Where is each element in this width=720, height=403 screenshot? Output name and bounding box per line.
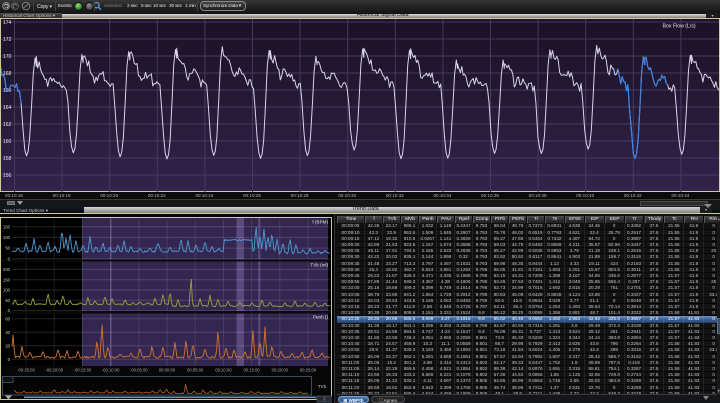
svg-text:Penh (): Penh () [313, 315, 329, 320]
svg-text:174: 174 [3, 19, 12, 25]
svg-text:00:10:34: 00:10:34 [433, 193, 451, 198]
svg-text:-00:10:00: -00:10:00 [102, 368, 120, 373]
svg-text:164: 164 [3, 104, 12, 110]
svg-text:40: 40 [5, 330, 10, 335]
svg-text:00:10:38: 00:10:38 [529, 193, 547, 198]
svg-text:100: 100 [3, 288, 11, 293]
svg-text:Box Flow (L/s): Box Flow (L/s) [663, 23, 696, 29]
svg-text:00:10:20: 00:10:20 [100, 193, 118, 198]
svg-text:00:25:00: 00:25:00 [300, 368, 317, 373]
svg-text:00:10:00: 00:10:00 [215, 368, 232, 373]
svg-text:00:10:40: 00:10:40 [576, 193, 594, 198]
svg-text:160: 160 [3, 138, 12, 144]
svg-text:-00:15:00: -00:15:00 [74, 368, 92, 373]
svg-text:00:10:44: 00:10:44 [671, 193, 689, 198]
svg-text:00:10:42: 00:10:42 [624, 193, 642, 198]
svg-text:-00:05:00: -00:05:00 [130, 368, 148, 373]
svg-text:50: 50 [5, 246, 10, 251]
svg-text:100: 100 [3, 235, 11, 240]
svg-text:00:10:28: 00:10:28 [291, 193, 309, 198]
svg-text:200: 200 [3, 267, 11, 272]
svg-text:TVb (ml): TVb (ml) [310, 263, 328, 268]
svg-text:20: 20 [5, 343, 10, 348]
svg-text:TVb: TVb [318, 384, 327, 389]
svg-text:00:10:36: 00:10:36 [481, 193, 499, 198]
svg-text:00:10:26: 00:10:26 [243, 193, 261, 198]
svg-text:162: 162 [3, 121, 12, 127]
svg-text:00:10:30: 00:10:30 [338, 193, 356, 198]
svg-text:00:05:00: 00:05:00 [187, 368, 204, 373]
svg-text:150: 150 [3, 224, 11, 229]
svg-text:00:15:00: 00:15:00 [243, 368, 260, 373]
svg-text:-00:20:00: -00:20:00 [45, 368, 63, 373]
svg-text:00:10:16: 00:10:16 [5, 193, 23, 198]
svg-text:172: 172 [3, 36, 12, 42]
svg-text:-00:25:00: -00:25:00 [17, 368, 35, 373]
svg-text:00:00:00: 00:00:00 [159, 368, 176, 373]
svg-text:50: 50 [5, 298, 10, 303]
svg-text:150: 150 [3, 277, 11, 282]
svg-text:156: 156 [3, 172, 12, 178]
svg-text:00:10:32: 00:10:32 [386, 193, 404, 198]
svg-text:158: 158 [3, 155, 12, 161]
svg-text:170: 170 [3, 53, 12, 59]
svg-text:f (BPM): f (BPM) [312, 220, 328, 225]
svg-text:00:10:22: 00:10:22 [148, 193, 166, 198]
svg-text:00:10:18: 00:10:18 [53, 193, 71, 198]
svg-text:60: 60 [5, 316, 10, 321]
svg-text:00:10:24: 00:10:24 [195, 193, 213, 198]
svg-text:00:20:00: 00:20:00 [272, 368, 289, 373]
